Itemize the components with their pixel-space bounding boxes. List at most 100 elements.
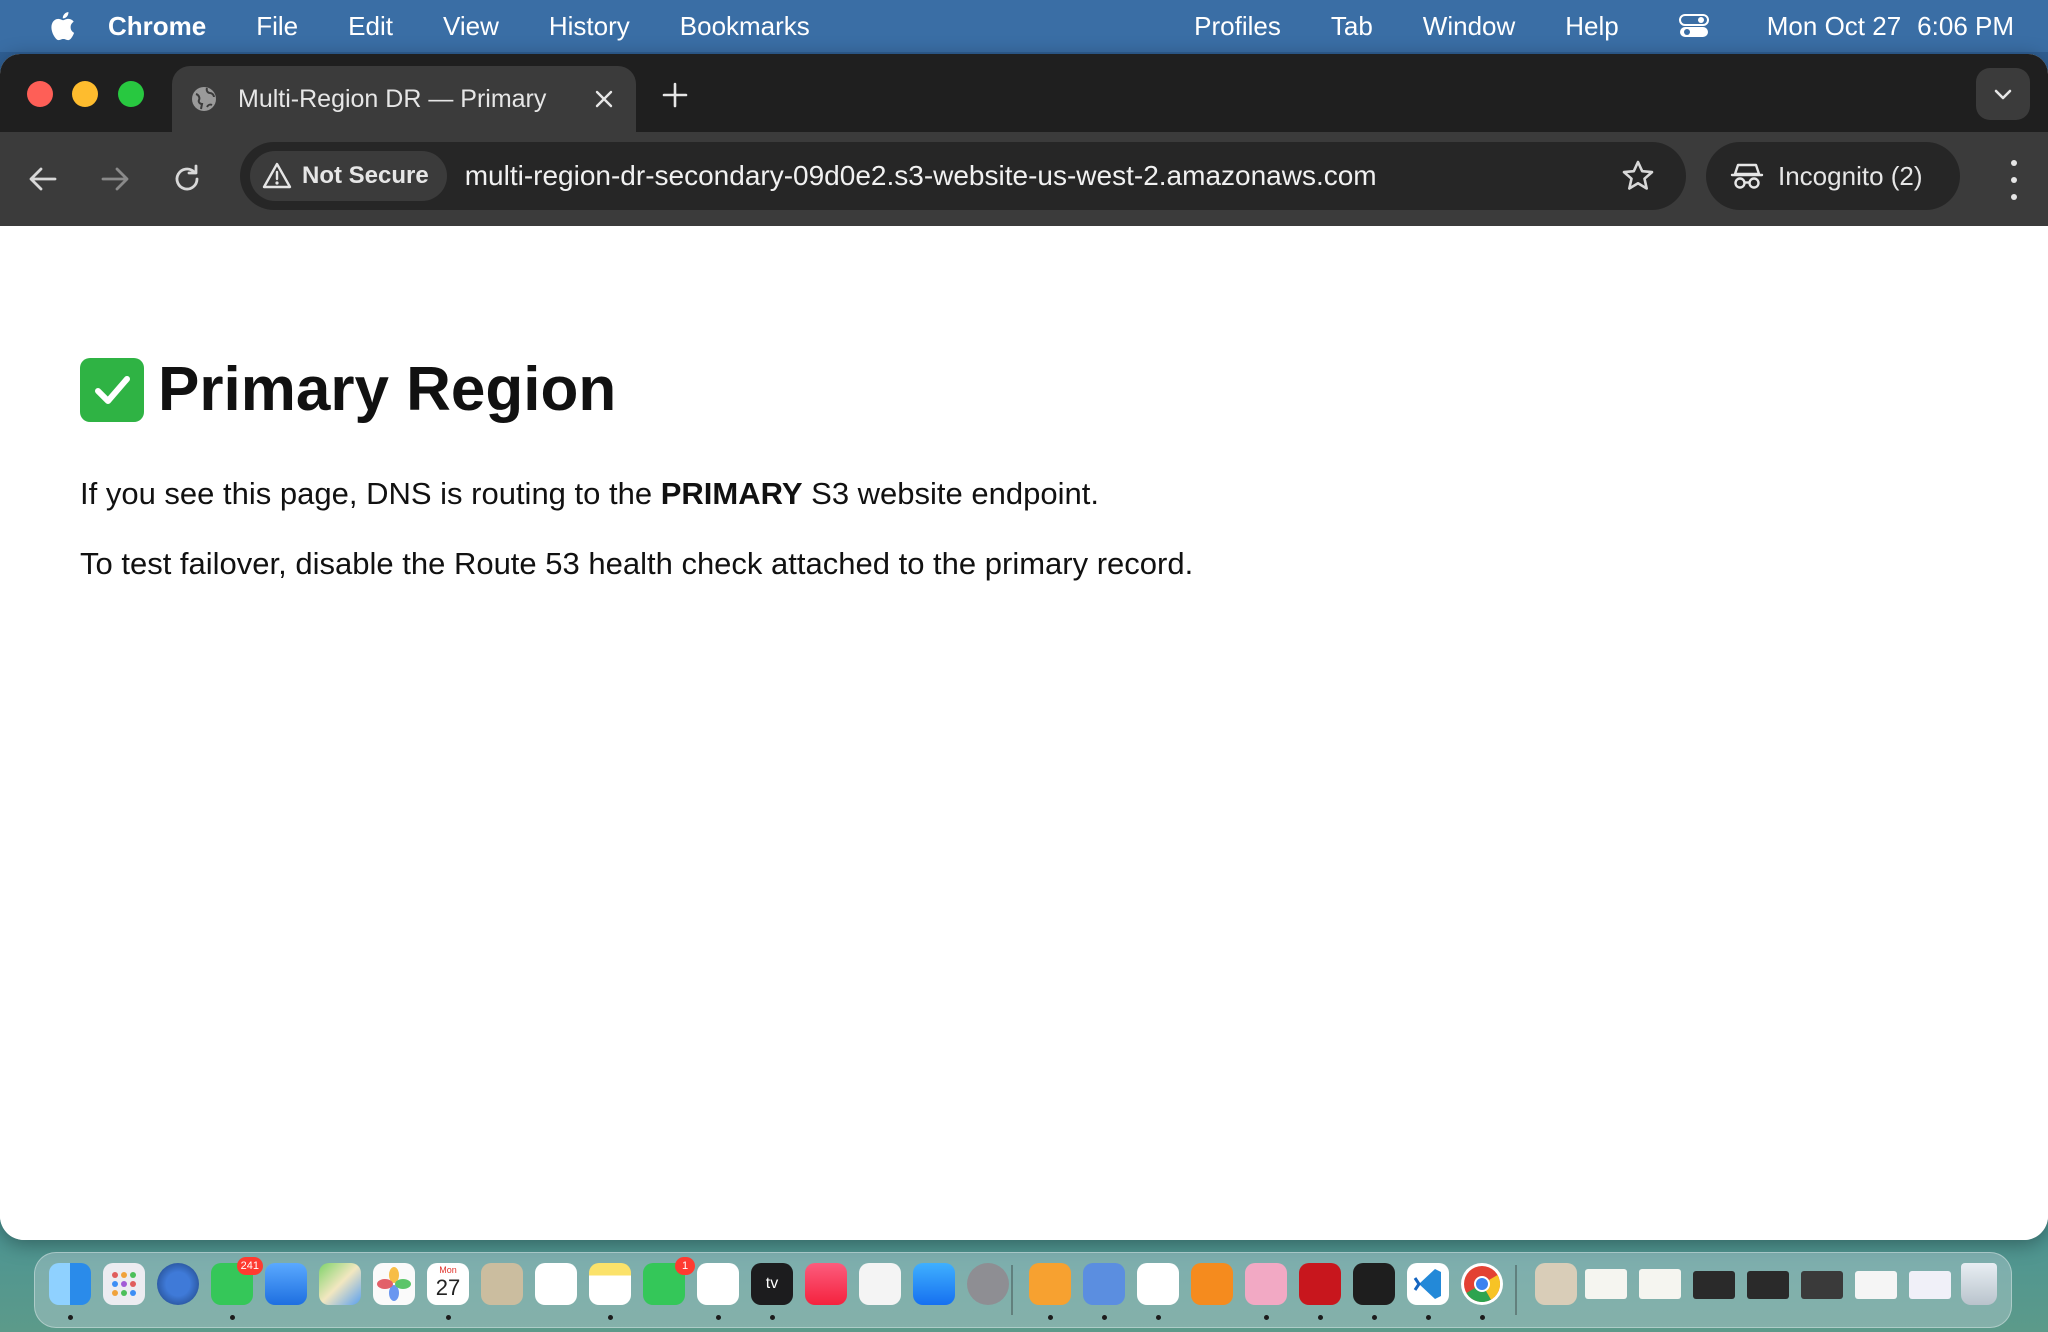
- menu-edit[interactable]: Edit: [348, 11, 393, 42]
- trash-icon[interactable]: [1961, 1263, 1997, 1305]
- reload-icon[interactable]: [166, 158, 208, 200]
- dock-running-indicator: [68, 1315, 73, 1320]
- dock-running-indicator: [770, 1315, 775, 1320]
- globe-icon: [192, 87, 216, 111]
- pages-icon[interactable]: [1029, 1263, 1071, 1305]
- facetime-badge: 1: [675, 1257, 695, 1275]
- forward-arrow-icon[interactable]: [94, 158, 136, 200]
- menu-window[interactable]: Window: [1423, 11, 1515, 42]
- incognito-label: Incognito (2): [1778, 160, 1923, 191]
- mail-icon[interactable]: [265, 1263, 307, 1305]
- dock-running-indicator: [230, 1315, 235, 1320]
- url-text[interactable]: multi-region-dr-secondary-09d0e2.s3-webs…: [465, 160, 1620, 192]
- recent-window-4-icon[interactable]: [1855, 1271, 1897, 1299]
- launchpad-icon[interactable]: [103, 1263, 145, 1305]
- apple-tv-icon[interactable]: tv: [751, 1263, 793, 1305]
- more-menu-icon[interactable]: [2008, 160, 2020, 200]
- contacts-icon[interactable]: [481, 1263, 523, 1305]
- menu-history[interactable]: History: [549, 11, 630, 42]
- apple-tv-label: tv: [765, 1275, 779, 1292]
- dock-running-indicator: [446, 1315, 451, 1320]
- dock-running-indicator: [716, 1315, 721, 1320]
- finder-icon[interactable]: [49, 1263, 91, 1305]
- chrome-icon[interactable]: [1461, 1263, 1503, 1305]
- incognito-icon: [1730, 163, 1764, 189]
- menu-app-name[interactable]: Chrome: [108, 11, 206, 42]
- dock-running-indicator: [1318, 1315, 1323, 1320]
- app-store-icon[interactable]: [913, 1263, 955, 1305]
- affinity-icon[interactable]: [1245, 1263, 1287, 1305]
- menu-date[interactable]: Mon Oct 27: [1767, 11, 1901, 42]
- freeform-icon[interactable]: [697, 1263, 739, 1305]
- recent-window-3-icon[interactable]: [1801, 1271, 1843, 1299]
- address-bar[interactable]: Not Secure multi-region-dr-secondary-09d…: [240, 142, 1686, 210]
- browser-window: Multi-Region DR — Primary Not Secure mul…: [0, 54, 2048, 1240]
- warning-icon: [262, 162, 292, 189]
- page-title: Primary Region: [80, 354, 616, 425]
- recent-window-1-icon[interactable]: [1693, 1271, 1735, 1299]
- messages-badge: 241: [236, 1257, 263, 1275]
- close-window-button[interactable]: [27, 81, 53, 107]
- news-icon[interactable]: [859, 1263, 901, 1305]
- recent-window-5-icon[interactable]: [1909, 1271, 1951, 1299]
- incognito-button[interactable]: Incognito (2): [1706, 142, 1960, 210]
- dock-running-indicator: [1372, 1315, 1377, 1320]
- calendar-day: 27: [435, 1275, 461, 1300]
- menu-time[interactable]: 6:06 PM: [1917, 11, 2014, 42]
- dock-separator: [1011, 1265, 1013, 1315]
- fullscreen-window-button[interactable]: [118, 81, 144, 107]
- dock-running-indicator: [1102, 1315, 1107, 1320]
- recent-window-2-icon[interactable]: [1747, 1271, 1789, 1299]
- dock: 241 Mon 27 1 tv: [34, 1252, 2012, 1328]
- new-tab-icon[interactable]: [658, 78, 692, 112]
- messages-icon[interactable]: 241: [211, 1257, 263, 1305]
- routing-text-after: S3 website endpoint.: [802, 476, 1099, 511]
- recent-doc-2-icon[interactable]: [1639, 1269, 1681, 1299]
- dock-running-indicator: [1156, 1315, 1161, 1320]
- recent-photo-icon[interactable]: [1535, 1263, 1577, 1305]
- page-heading-text: Primary Region: [158, 355, 617, 424]
- tab-search-chevron-down-icon[interactable]: [1976, 68, 2030, 120]
- control-center-icon[interactable]: [1678, 14, 1709, 38]
- safari-icon[interactable]: [157, 1263, 199, 1305]
- music-icon[interactable]: [805, 1263, 847, 1305]
- menu-bar: Chrome File Edit View History Bookmarks …: [0, 0, 2048, 52]
- tab-active[interactable]: Multi-Region DR — Primary: [172, 66, 636, 132]
- close-tab-icon[interactable]: [590, 85, 618, 113]
- security-label: Not Secure: [302, 162, 429, 189]
- acrobat-icon[interactable]: [1299, 1263, 1341, 1305]
- textedit-icon[interactable]: [1137, 1263, 1179, 1305]
- vscode-icon[interactable]: [1407, 1263, 1449, 1305]
- dock-separator: [1515, 1265, 1517, 1315]
- recent-doc-1-icon[interactable]: [1585, 1269, 1627, 1299]
- dock-running-indicator: [1048, 1315, 1053, 1320]
- security-chip[interactable]: Not Secure: [250, 151, 447, 201]
- routing-paragraph: If you see this page, DNS is routing to …: [80, 476, 1099, 512]
- failover-paragraph: To test failover, disable the Route 53 h…: [80, 546, 1194, 581]
- back-arrow-icon[interactable]: [22, 158, 64, 200]
- maps-icon[interactable]: [319, 1263, 361, 1305]
- photos-icon[interactable]: [373, 1263, 415, 1305]
- terminal-icon[interactable]: [1353, 1263, 1395, 1305]
- calendar-icon[interactable]: Mon 27: [427, 1263, 469, 1305]
- minimize-window-button[interactable]: [72, 81, 98, 107]
- menu-bookmarks[interactable]: Bookmarks: [680, 11, 810, 42]
- disk-utility-icon[interactable]: [1083, 1263, 1125, 1305]
- menu-view[interactable]: View: [443, 11, 499, 42]
- menu-help[interactable]: Help: [1565, 11, 1618, 42]
- routing-text-bold: PRIMARY: [660, 476, 803, 511]
- menu-profiles[interactable]: Profiles: [1194, 11, 1281, 42]
- books-icon[interactable]: [1191, 1263, 1233, 1305]
- notes-icon[interactable]: [589, 1263, 631, 1305]
- apple-menu-icon[interactable]: [44, 9, 78, 43]
- dock-running-indicator: [608, 1315, 613, 1320]
- menu-tab[interactable]: Tab: [1331, 11, 1373, 42]
- check-mark-icon: [80, 357, 144, 422]
- menu-file[interactable]: File: [256, 11, 298, 42]
- system-settings-icon[interactable]: [967, 1263, 1009, 1305]
- bookmark-star-icon[interactable]: [1620, 158, 1656, 194]
- page-content: Primary Region If you see this page, DNS…: [0, 226, 2048, 1240]
- reminders-icon[interactable]: [535, 1263, 577, 1305]
- facetime-icon[interactable]: 1: [643, 1257, 695, 1305]
- tab-strip: Multi-Region DR — Primary: [0, 54, 2048, 132]
